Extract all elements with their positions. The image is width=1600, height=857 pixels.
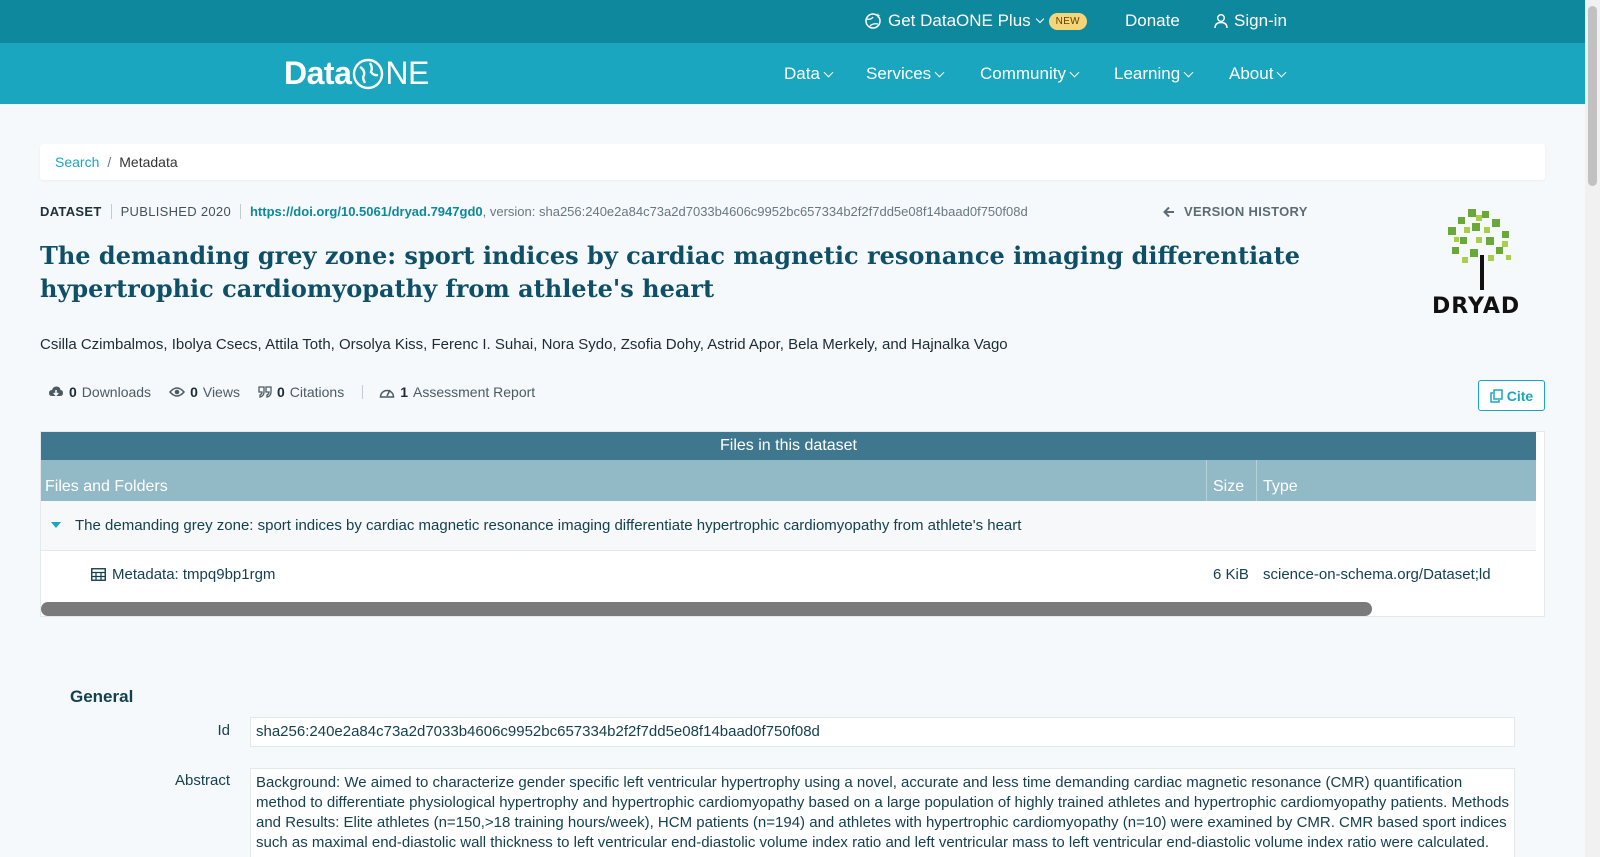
main-navbar: Data NE Data Services Community Learning… [0, 43, 1585, 104]
file-name-cell[interactable]: Metadata: tmpq9bp1rgm [91, 566, 275, 583]
files-horizontal-scrollbar[interactable] [41, 602, 1544, 616]
column-header-type[interactable]: Type [1263, 478, 1298, 496]
nav-data[interactable]: Data [784, 64, 834, 84]
dataset-type-label: DATASET [40, 204, 102, 219]
downloads-label: Downloads [81, 384, 152, 400]
dataset-title: The demanding grey zone: sport indices b… [40, 241, 1300, 303]
top-utility-bar: Get DataONE Plus NEW Donate Sign-in [0, 0, 1585, 43]
breadcrumb: Search / Metadata [40, 144, 1545, 180]
nav-community-label: Community [980, 64, 1066, 83]
abstract-value: Background: We aimed to characterize gen… [250, 768, 1515, 857]
doi-link[interactable]: https://doi.org/10.5061/dryad.7947gd0 [250, 204, 483, 219]
column-divider [1256, 460, 1257, 501]
version-history-label: VERSION HISTORY [1184, 204, 1308, 219]
general-section-heading: General [70, 687, 134, 706]
nav-services[interactable]: Services [866, 64, 945, 84]
column-header-files[interactable]: Files and Folders [45, 478, 168, 496]
page-scrollbar[interactable] [1585, 0, 1600, 857]
tree-logo-icon [1448, 209, 1511, 290]
metric-assessment-report[interactable]: 1 Assessment Report [379, 384, 535, 400]
breadcrumb-separator: / [107, 154, 112, 170]
assessment-count: 1 [400, 384, 409, 400]
logo-text-data: Data [284, 55, 352, 91]
table-icon [91, 568, 106, 581]
quote-icon [258, 386, 272, 398]
new-badge: NEW [1048, 12, 1087, 30]
metric-downloads: 0 Downloads [48, 384, 151, 400]
chevron-down-icon [1069, 67, 1080, 77]
chevron-down-icon [1183, 67, 1194, 77]
chevron-down-icon [934, 67, 945, 77]
dryad-repository-logo[interactable]: DRYAD [1430, 207, 1535, 322]
user-icon [1214, 14, 1228, 29]
file-row[interactable]: Metadata: tmpq9bp1rgm 6 KiB science-on-s… [41, 551, 1536, 599]
cite-label: Cite [1506, 387, 1534, 404]
file-size: 6 KiB [1213, 566, 1249, 583]
arrow-left-icon [1163, 206, 1174, 217]
files-table-header: Files and Folders Size Type [41, 460, 1536, 501]
metrics-divider [362, 385, 364, 399]
views-label: Views [202, 384, 240, 400]
breadcrumb-search-link[interactable]: Search [55, 154, 99, 170]
meta-divider [239, 204, 241, 219]
nav-learning[interactable]: Learning [1114, 64, 1194, 84]
page-scrollbar-thumb[interactable] [1588, 6, 1597, 186]
sign-in-link[interactable]: Sign-in [1214, 11, 1287, 31]
folder-row[interactable]: The demanding grey zone: sport indices b… [41, 501, 1536, 551]
files-scrollbar-thumb[interactable] [41, 602, 1372, 616]
metric-citations: 0 Citations [258, 384, 344, 400]
folder-name: The demanding grey zone: sport indices b… [75, 517, 1022, 534]
column-header-size[interactable]: Size [1213, 478, 1244, 496]
citations-label: Citations [289, 384, 345, 400]
downloads-count: 0 [69, 384, 77, 400]
dataone-logo[interactable]: Data NE [284, 55, 429, 92]
dataset-meta-line: DATASET PUBLISHED 2020 https://doi.org/1… [40, 204, 1028, 219]
nav-community[interactable]: Community [980, 64, 1080, 84]
metric-views: 0 Views [169, 384, 240, 400]
chevron-down-icon [823, 67, 834, 77]
globe-sparkle-icon [865, 13, 881, 29]
abstract-label: Abstract [174, 772, 230, 789]
cite-button[interactable]: Cite [1478, 380, 1545, 411]
file-name: Metadata: tmpq9bp1rgm [112, 566, 276, 583]
nav-about[interactable]: About [1229, 64, 1287, 84]
meta-divider [110, 204, 112, 219]
breadcrumb-current: Metadata [119, 154, 178, 170]
chevron-down-icon [1276, 67, 1287, 77]
donate-link[interactable]: Donate [1125, 11, 1180, 31]
globe-logo-icon [353, 58, 384, 89]
version-text: , version: sha256:240e2a84c73a2d7033b460… [482, 204, 1028, 219]
assessment-label: Assessment Report [413, 384, 536, 400]
caret-down-icon[interactable] [51, 522, 61, 528]
eye-icon [169, 387, 186, 397]
get-dataone-plus-menu[interactable]: Get DataONE Plus NEW [864, 11, 1087, 31]
citations-count: 0 [276, 384, 285, 400]
nav-services-label: Services [866, 64, 932, 83]
dryad-logo-text: DRYAD [1432, 294, 1521, 319]
logo-text-ne: NE [385, 55, 429, 91]
files-table: Files in this dataset Files and Folders … [40, 431, 1545, 617]
copy-icon [1490, 388, 1503, 403]
version-history-button[interactable]: VERSION HISTORY [1163, 204, 1308, 219]
id-value: sha256:240e2a84c73a2d7033b4606c9952bc657… [250, 717, 1515, 747]
chevron-down-icon [1035, 14, 1044, 24]
nav-learning-label: Learning [1114, 64, 1181, 83]
cloud-download-icon [49, 386, 63, 397]
published-year: PUBLISHED 2020 [120, 204, 231, 219]
get-dataone-plus-label: Get DataONE Plus [888, 11, 1031, 30]
dataset-authors: Csilla Czimbalmos, Ibolya Csecs, Attila … [40, 336, 1008, 353]
column-divider [1206, 460, 1207, 501]
views-count: 0 [190, 384, 198, 400]
gauge-icon [379, 389, 395, 398]
sign-in-label: Sign-in [1234, 11, 1287, 30]
dataset-metrics: 0 Downloads 0 Views 0 Citations 1 Assess… [48, 384, 553, 400]
nav-about-label: About [1229, 64, 1274, 83]
file-type: science-on-schema.org/Dataset;ld [1263, 566, 1491, 583]
files-table-caption: Files in this dataset [41, 432, 1536, 460]
nav-data-label: Data [784, 64, 820, 83]
id-label: Id [217, 722, 230, 739]
